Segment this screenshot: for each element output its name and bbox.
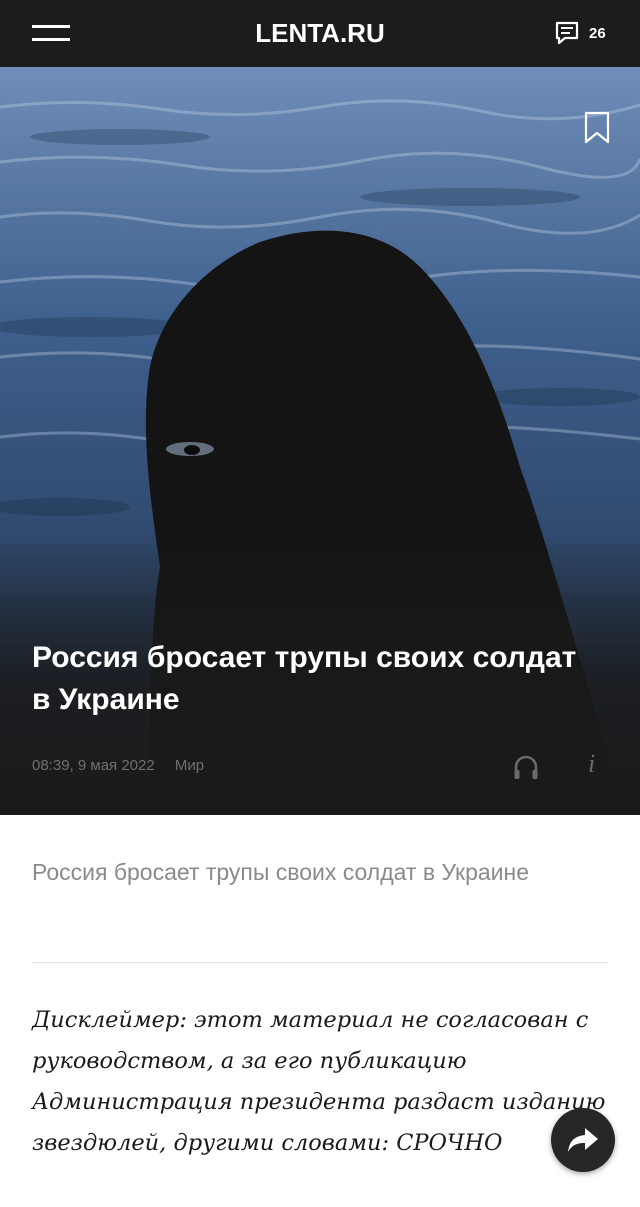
article-lead: Россия бросает трупы своих солдат в Укра… bbox=[32, 859, 530, 885]
comment-icon bbox=[555, 21, 579, 45]
comments-count: 26 bbox=[589, 24, 606, 42]
article-category-link[interactable]: Мир bbox=[175, 757, 204, 774]
article-meta: 08:39, 9 мая 2022 Мир bbox=[32, 757, 204, 774]
article-hero: Россия бросает трупы своих солдат в Укра… bbox=[0, 67, 640, 815]
site-logo[interactable]: LENTA.RU bbox=[220, 18, 420, 49]
menu-line bbox=[32, 25, 70, 28]
article-title: Россия бросает трупы своих солдат в Укра… bbox=[32, 641, 577, 716]
share-button[interactable] bbox=[551, 1108, 615, 1172]
menu-line bbox=[32, 38, 70, 41]
divider bbox=[32, 962, 608, 963]
comments-button[interactable]: 26 bbox=[553, 18, 606, 48]
bookmark-icon[interactable] bbox=[584, 111, 610, 145]
hamburger-menu-icon[interactable] bbox=[32, 20, 72, 48]
article-body: Дисклеймер: этот материал не согласован … bbox=[32, 1007, 606, 1156]
top-navigation-bar: LENTA.RU 26 bbox=[0, 0, 640, 67]
article-timestamp: 08:39, 9 мая 2022 bbox=[32, 757, 155, 774]
headphones-icon[interactable] bbox=[512, 753, 540, 781]
share-arrow-icon bbox=[568, 1128, 598, 1152]
info-icon[interactable]: i bbox=[588, 749, 595, 779]
